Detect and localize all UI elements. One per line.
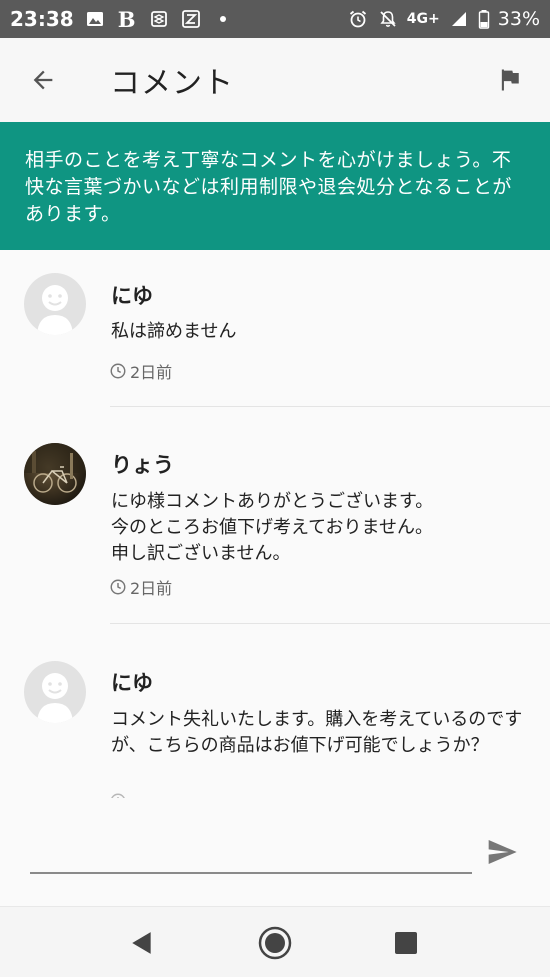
default-avatar-icon — [37, 285, 73, 335]
system-nav-bar — [0, 906, 550, 977]
comment-time: 2日前 — [109, 359, 172, 383]
system-icons: 4G+ 33% — [347, 8, 540, 30]
nav-back-icon — [132, 932, 151, 954]
comment-time: 2日前 — [109, 575, 172, 599]
guideline-notice: 相手のことを考え丁寧なコメントを心がけましょう。不快な言葉づかいなどは利用制限や… — [0, 122, 550, 250]
nav-recents-button[interactable] — [388, 925, 424, 961]
default-avatar-icon — [37, 673, 73, 723]
dot-icon — [212, 8, 234, 30]
clock-icon — [110, 363, 126, 379]
mute-icon — [377, 8, 399, 30]
z-icon — [180, 8, 202, 30]
comment-author[interactable]: にゆ — [111, 280, 153, 310]
comment-text: コメント失礼いたします。購入を考えているのですが、こちらの商品はお値下げ可能でし… — [111, 709, 523, 756]
nav-home-button[interactable] — [257, 925, 293, 961]
nav-back-button[interactable] — [124, 925, 160, 961]
signal-icon — [448, 8, 470, 30]
page-title: コメント — [110, 66, 234, 101]
report-button[interactable] — [492, 62, 528, 98]
nav-home-icon — [258, 926, 292, 960]
comment-text: 私は諦めません — [111, 321, 237, 342]
image-icon — [84, 8, 106, 30]
battery-percent: 33% — [497, 8, 540, 30]
notification-icons: B — [84, 6, 234, 32]
comment-list[interactable]: にゆ 私は諦めません 2日前 りょう にゆ様コメントありがとうございます。 今の… — [0, 250, 550, 798]
back-button[interactable] — [0, 38, 86, 122]
comment-author[interactable]: りょう — [111, 449, 174, 479]
app-icon — [148, 8, 170, 30]
b-icon: B — [117, 6, 136, 32]
comment-item: にゆ コメント失礼いたします。購入を考えているのですが、こちらの商品はお値下げ可… — [0, 624, 550, 798]
comment-time-label: 2日前 — [130, 579, 173, 598]
send-icon — [488, 840, 517, 864]
network-type: 4G+ — [406, 11, 440, 27]
comment-input[interactable] — [30, 836, 472, 874]
avatar[interactable] — [24, 661, 86, 723]
clock-icon — [110, 579, 126, 595]
comment-author[interactable]: にゆ — [111, 667, 153, 697]
arrow-left-icon — [33, 70, 53, 90]
flag-icon — [501, 69, 519, 91]
comment-time-label: 2日前 — [130, 363, 173, 382]
nav-recents-icon — [395, 932, 417, 954]
comment-text: にゆ様コメントありがとうございます。 今のところお値下げ考えておりません。 申し… — [111, 491, 434, 564]
app-bar: コメント — [0, 38, 550, 122]
status-bar: 23:38 B 4G+ 33% — [0, 0, 550, 38]
bicycle-photo-icon — [24, 443, 86, 493]
send-button[interactable] — [482, 832, 522, 872]
avatar[interactable] — [24, 273, 86, 335]
comment-input-area — [0, 798, 550, 906]
alarm-icon — [347, 8, 369, 30]
comment-item: りょう にゆ様コメントありがとうございます。 今のところお値下げ考えておりません… — [0, 407, 550, 625]
comment-item: にゆ 私は諦めません 2日前 — [0, 250, 550, 408]
status-time: 23:38 — [10, 7, 74, 31]
avatar[interactable] — [24, 443, 86, 505]
battery-icon — [478, 8, 490, 30]
